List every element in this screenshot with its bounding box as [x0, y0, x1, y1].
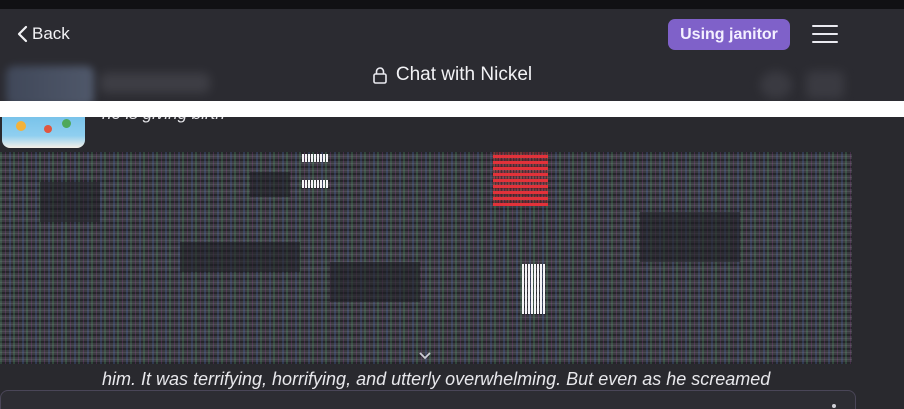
chevron-left-icon: [17, 25, 28, 43]
message-input[interactable]: [0, 390, 856, 409]
chat-header: Back Using janitor Chat with Nickel: [0, 9, 904, 106]
chat-title: Chat with Nickel: [395, 64, 533, 85]
message-text: him. It was terrifying, horrifying, and …: [102, 369, 771, 389]
overlay-bar: [0, 101, 904, 117]
character-avatar[interactable]: [2, 117, 85, 148]
input-indicator: [832, 404, 836, 408]
corrupted-image-area: [0, 152, 852, 364]
chevron-down-icon[interactable]: [418, 351, 432, 361]
back-label: Back: [32, 24, 70, 43]
page-title: Chat with Nickel: [0, 64, 904, 86]
top-strip: [0, 0, 904, 9]
back-button[interactable]: Back: [16, 24, 70, 44]
lock-icon: [373, 67, 387, 84]
hamburger-menu-icon[interactable]: [812, 25, 838, 47]
using-janitor-button[interactable]: Using janitor: [668, 19, 790, 50]
